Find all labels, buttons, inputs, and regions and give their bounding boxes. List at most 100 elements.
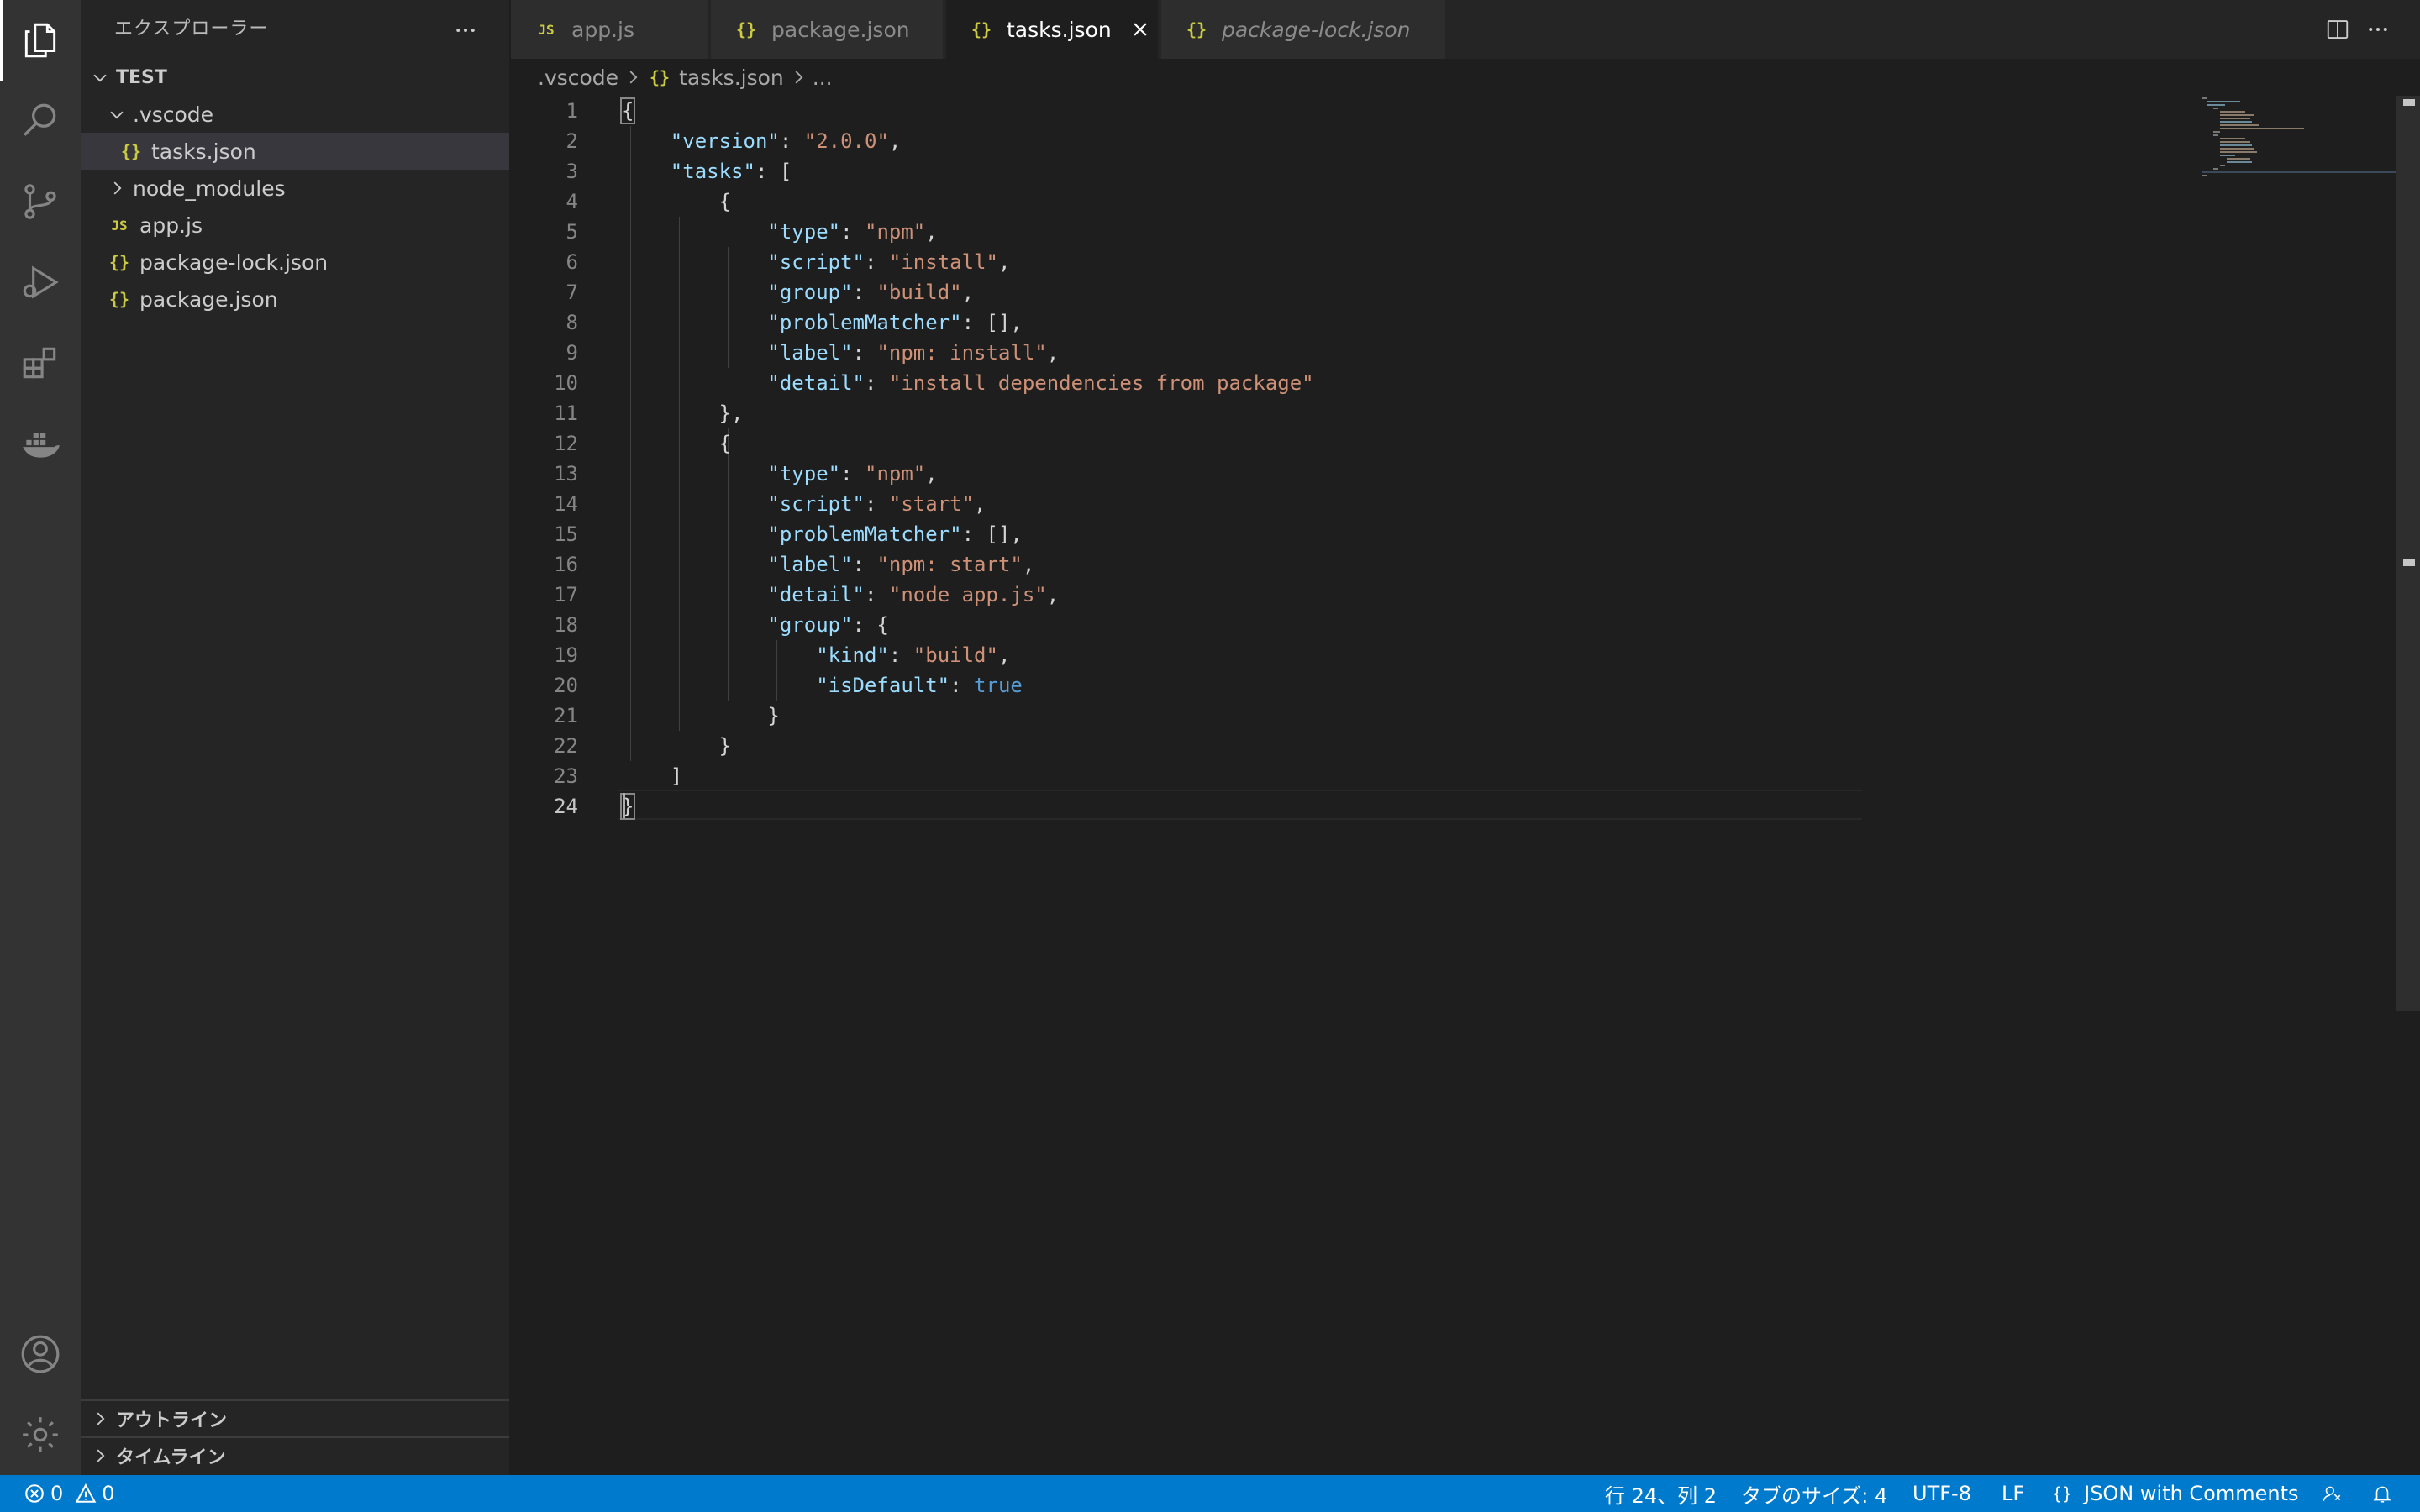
- minimap-slider[interactable]: [2202, 171, 2396, 173]
- code-line: 7 "group": "build",: [566, 281, 975, 304]
- explorer-sidebar: エクスプローラー TEST .vscode {} tasks.json node…: [81, 0, 511, 1475]
- language-label: JSON with Comments: [2084, 1482, 2299, 1505]
- tab-tasks-json[interactable]: {} tasks.json: [946, 0, 1160, 59]
- settings-gear-icon[interactable]: [0, 1394, 81, 1475]
- code-line: 5 "type": "npm",: [566, 220, 938, 244]
- close-icon[interactable]: [1125, 14, 1155, 45]
- breadcrumb-symbol[interactable]: ...: [813, 66, 833, 90]
- tab-label: tasks.json: [1007, 17, 1112, 42]
- warning-count: 0: [102, 1482, 115, 1505]
- breadcrumb: .vscode {} tasks.json ...: [511, 59, 2420, 96]
- run-debug-icon[interactable]: [0, 242, 81, 323]
- editor-actions: [2317, 0, 2398, 59]
- breadcrumb-file[interactable]: tasks.json: [679, 66, 784, 90]
- tree-item-label: tasks.json: [151, 139, 256, 164]
- code-line: 14 "script": "start",: [554, 492, 986, 516]
- workspace-root[interactable]: TEST: [81, 59, 509, 96]
- explorer-title: エクスプローラー: [114, 18, 269, 39]
- more-actions-icon[interactable]: [2358, 9, 2398, 50]
- tree-item-package-lock-json[interactable]: {} package-lock.json: [81, 244, 509, 281]
- workspace-root-label: TEST: [116, 66, 167, 88]
- account-icon[interactable]: [0, 1314, 81, 1394]
- chevron-right-icon: [789, 68, 808, 87]
- js-file-icon: JS: [538, 21, 555, 38]
- encoding[interactable]: UTF-8: [1912, 1475, 1971, 1512]
- code-line: 1{: [566, 97, 636, 124]
- tree-item-tasks-json[interactable]: {} tasks.json: [81, 133, 509, 170]
- code-line: 22 }: [554, 734, 732, 758]
- outline-label: アウトライン: [116, 1410, 228, 1431]
- tab-package-json[interactable]: {} package.json: [711, 0, 944, 59]
- code-line: 19 "kind": "build",: [554, 643, 1011, 667]
- tab-label: package-lock.json: [1222, 17, 1411, 42]
- json-language-icon: {}: [2052, 1483, 2073, 1504]
- code-line: 8 "problemMatcher": [],: [566, 311, 1023, 334]
- tree-item-node-modules[interactable]: node_modules: [81, 170, 509, 207]
- language-mode[interactable]: {} JSON with Comments: [2052, 1475, 2299, 1512]
- code-line: 24}: [554, 793, 636, 820]
- code-line: 23 ]: [554, 764, 683, 788]
- more-actions-icon[interactable]: [447, 12, 484, 49]
- chevron-down-icon: [87, 65, 113, 90]
- tab-package-lock-json[interactable]: {} package-lock.json: [1161, 0, 1447, 59]
- code-line: 17 "detail": "node app.js",: [554, 583, 1060, 606]
- tab-label: app.js: [571, 17, 634, 42]
- js-file-icon: JS: [111, 217, 128, 234]
- code-line: 15 "problemMatcher": [],: [554, 522, 1023, 546]
- chevron-right-icon: [87, 1443, 113, 1468]
- tab-bar: JS app.js {} package.json {} tasks.json …: [511, 0, 2420, 59]
- source-control-icon[interactable]: [0, 161, 81, 242]
- code-line: 2 "version": "2.0.0",: [566, 129, 902, 153]
- json-file-icon: {}: [650, 67, 671, 87]
- error-count: 0: [50, 1482, 64, 1505]
- code-line: 9 "label": "npm: install",: [566, 341, 1060, 365]
- json-file-icon: {}: [735, 19, 757, 39]
- tab-app-js[interactable]: JS app.js: [511, 0, 709, 59]
- code-line: 6 "script": "install",: [566, 250, 1011, 274]
- tab-label: package.json: [771, 17, 910, 42]
- tree-item-app-js[interactable]: JS app.js: [81, 207, 509, 244]
- tree-item-vscode[interactable]: .vscode: [81, 96, 509, 133]
- json-file-icon: {}: [1186, 19, 1207, 39]
- timeline-section[interactable]: タイムライン: [81, 1436, 509, 1473]
- problems-indicator[interactable]: 0 0: [24, 1475, 115, 1512]
- tree-item-label: node_modules: [133, 176, 286, 201]
- activity-bar: [0, 0, 81, 1475]
- files-icon[interactable]: [0, 0, 81, 81]
- error-icon: [24, 1483, 45, 1504]
- outline-section[interactable]: アウトライン: [81, 1399, 509, 1436]
- code-line: 10 "detail": "install dependencies from …: [554, 371, 1314, 395]
- code-line: 11 },: [554, 402, 744, 425]
- tree-item-label: .vscode: [133, 102, 214, 127]
- feedback-icon[interactable]: [2321, 1475, 2343, 1512]
- text-cursor: [623, 793, 625, 818]
- docker-icon[interactable]: [0, 403, 81, 484]
- tab-size[interactable]: タブのサイズ: 4: [1741, 1475, 1887, 1512]
- search-icon[interactable]: [0, 81, 81, 161]
- end-of-line[interactable]: LF: [2002, 1475, 2024, 1512]
- code-line: 4 {: [566, 190, 732, 213]
- cursor-position[interactable]: 行 24、列 2: [1605, 1475, 1717, 1512]
- tree-item-package-json[interactable]: {} package.json: [81, 281, 509, 318]
- extensions-icon[interactable]: [0, 323, 81, 403]
- chevron-right-icon: [623, 68, 642, 87]
- vertical-scrollbar[interactable]: [2396, 96, 2420, 1011]
- notifications-bell-icon[interactable]: [2371, 1475, 2393, 1512]
- json-file-icon: {}: [120, 141, 142, 161]
- code-line: 16 "label": "npm: start",: [554, 553, 1035, 576]
- minimap[interactable]: [2198, 92, 2400, 176]
- timeline-label: タイムライン: [116, 1447, 226, 1468]
- code-line: 21 }: [554, 704, 780, 727]
- split-editor-icon[interactable]: [2317, 9, 2358, 50]
- json-file-icon: {}: [108, 252, 130, 272]
- chevron-right-icon: [87, 1406, 113, 1431]
- tree-item-label: package.json: [139, 286, 278, 312]
- code-line: 18 "group": {: [554, 613, 889, 637]
- breadcrumb-folder[interactable]: .vscode: [538, 66, 618, 90]
- chevron-right-icon: [104, 176, 129, 201]
- tree-item-label: package-lock.json: [139, 249, 329, 275]
- code-line: 20 "isDefault": true: [554, 674, 1023, 697]
- tree-item-label: app.js: [139, 213, 203, 238]
- code-line: 12 {: [554, 432, 732, 455]
- code-editor[interactable]: 1{ 2 "version": "2.0.0", 3 "tasks": [ 4 …: [511, 96, 2420, 1475]
